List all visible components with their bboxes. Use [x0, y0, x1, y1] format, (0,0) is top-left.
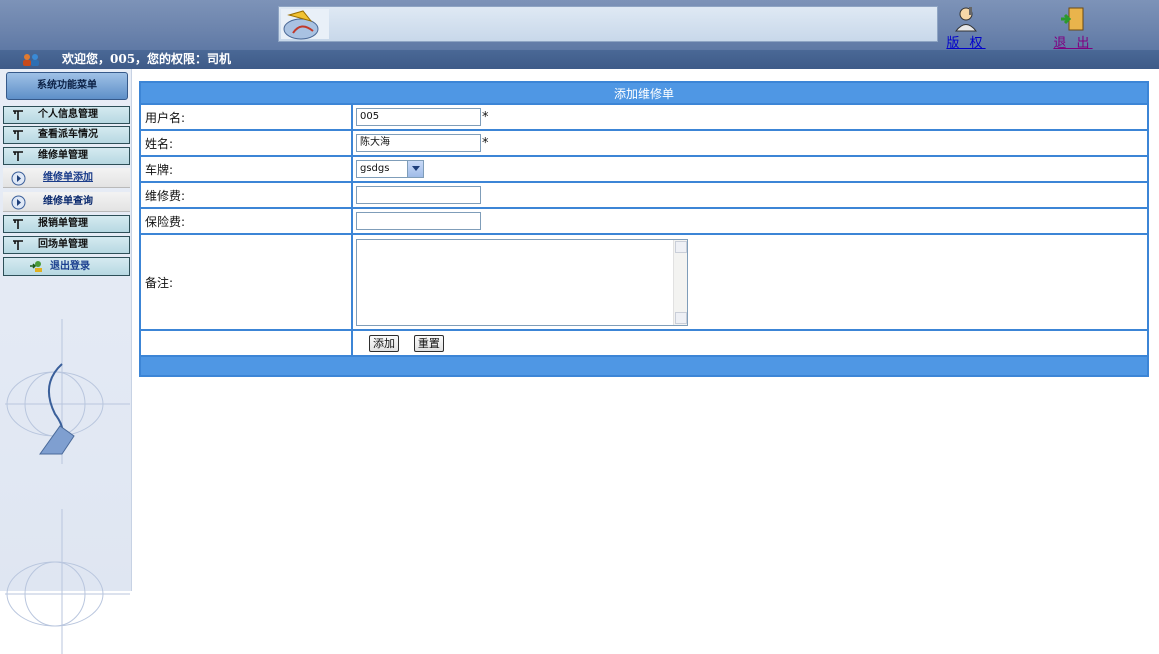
- plate-select[interactable]: gsdgs: [356, 160, 424, 178]
- reset-button[interactable]: 重置: [413, 334, 444, 352]
- buttons-cell: 添加 重置: [351, 329, 1149, 357]
- sidebar-item-expense[interactable]: 报销单管理: [3, 215, 130, 233]
- insurance-fee-cell: [351, 207, 1149, 235]
- copyright-link-group[interactable]: 版 权: [936, 6, 996, 51]
- arrow-right-icon: [11, 195, 26, 210]
- globe-mouse-decoration: [5, 319, 130, 464]
- name-label: 姓名:: [139, 129, 353, 157]
- tool-icon: [13, 130, 23, 140]
- sidebar-subitem-label: 维修单查询: [43, 196, 93, 207]
- sidebar-subitem-repair-add[interactable]: 维修单添加: [3, 168, 130, 188]
- scroll-down-icon[interactable]: [675, 311, 687, 324]
- empty-label-cell: [139, 329, 353, 357]
- username-input[interactable]: 005: [356, 108, 481, 126]
- repair-form: 添加维修单 用户名: 005 * 姓名: 陈大海 * 车牌: gsdgs 维修费…: [139, 81, 1149, 377]
- remark-label: 备注:: [139, 233, 353, 331]
- insurance-fee-label: 保险费:: [139, 207, 353, 235]
- form-title: 添加维修单: [139, 81, 1149, 105]
- repair-fee-input[interactable]: [356, 186, 481, 204]
- plate-cell: gsdgs: [351, 155, 1149, 183]
- user-icon: [954, 7, 978, 32]
- plate-select-value: gsdgs: [360, 163, 390, 174]
- menu-title: 系统功能菜单: [6, 72, 128, 100]
- tool-icon: [13, 219, 23, 229]
- repair-fee-label: 维修费:: [139, 181, 353, 209]
- plate-label: 车牌:: [139, 155, 353, 183]
- sidebar: 系统功能菜单 个人信息管理 查看派车情况 维修单管理 维修单添加 维修单查询 报…: [0, 69, 132, 654]
- tool-icon: [13, 151, 23, 161]
- users-icon: [23, 54, 39, 66]
- sidebar-item-return[interactable]: 回场单管理: [3, 236, 130, 254]
- globe-decoration: [5, 509, 130, 654]
- logout-label: 退出登录: [50, 261, 90, 272]
- name-input[interactable]: 陈大海: [356, 134, 481, 152]
- welcome-bar: 欢迎您，005，您的权限：司机: [0, 50, 1159, 69]
- sidebar-subitem-repair-query[interactable]: 维修单查询: [3, 192, 130, 212]
- required-marker: *: [482, 109, 489, 125]
- required-marker: *: [482, 135, 489, 151]
- logo-icon: [281, 9, 329, 40]
- exit-link-group[interactable]: 退 出: [1043, 6, 1103, 51]
- arrow-right-icon: [11, 171, 26, 186]
- repair-form-table: 添加维修单 用户名: 005 * 姓名: 陈大海 * 车牌: gsdgs 维修费…: [139, 81, 1149, 377]
- sidebar-item-label: 查看派车情况: [38, 129, 98, 140]
- logout-button[interactable]: 退出登录: [3, 257, 130, 276]
- add-button[interactable]: 添加: [369, 334, 399, 352]
- sidebar-item-label: 个人信息管理: [38, 109, 98, 120]
- sidebar-item-personal-info[interactable]: 个人信息管理: [3, 106, 130, 124]
- top-banner: 版 权 退 出: [0, 0, 1159, 51]
- username-cell: 005 *: [351, 103, 1149, 131]
- sidebar-item-label: 回场单管理: [38, 239, 88, 250]
- banner-image: [278, 6, 938, 42]
- sidebar-item-label: 维修单管理: [38, 150, 88, 161]
- sidebar-subitem-label: 维修单添加: [43, 172, 93, 183]
- sidebar-item-label: 报销单管理: [38, 218, 88, 229]
- username-label: 用户名:: [139, 103, 353, 131]
- remark-textarea[interactable]: [356, 238, 688, 326]
- form-footer: [139, 355, 1149, 377]
- scroll-up-icon[interactable]: [675, 240, 687, 253]
- sidebar-item-repair-management[interactable]: 维修单管理: [3, 147, 130, 165]
- remark-cell: [351, 233, 1149, 331]
- scrollbar[interactable]: [673, 239, 687, 325]
- welcome-text: 欢迎您，005，您的权限：司机: [62, 52, 232, 66]
- insurance-fee-input[interactable]: [356, 212, 481, 230]
- exit-door-icon: [1061, 7, 1084, 31]
- chevron-down-icon[interactable]: [407, 161, 423, 177]
- logout-icon: [30, 261, 42, 272]
- sidebar-item-dispatch[interactable]: 查看派车情况: [3, 126, 130, 144]
- tool-icon: [13, 240, 23, 250]
- tool-icon: [13, 110, 23, 120]
- exit-link[interactable]: 退 出: [1053, 36, 1092, 51]
- copyright-link[interactable]: 版 权: [946, 36, 985, 51]
- name-cell: 陈大海 *: [351, 129, 1149, 157]
- repair-fee-cell: [351, 181, 1149, 209]
